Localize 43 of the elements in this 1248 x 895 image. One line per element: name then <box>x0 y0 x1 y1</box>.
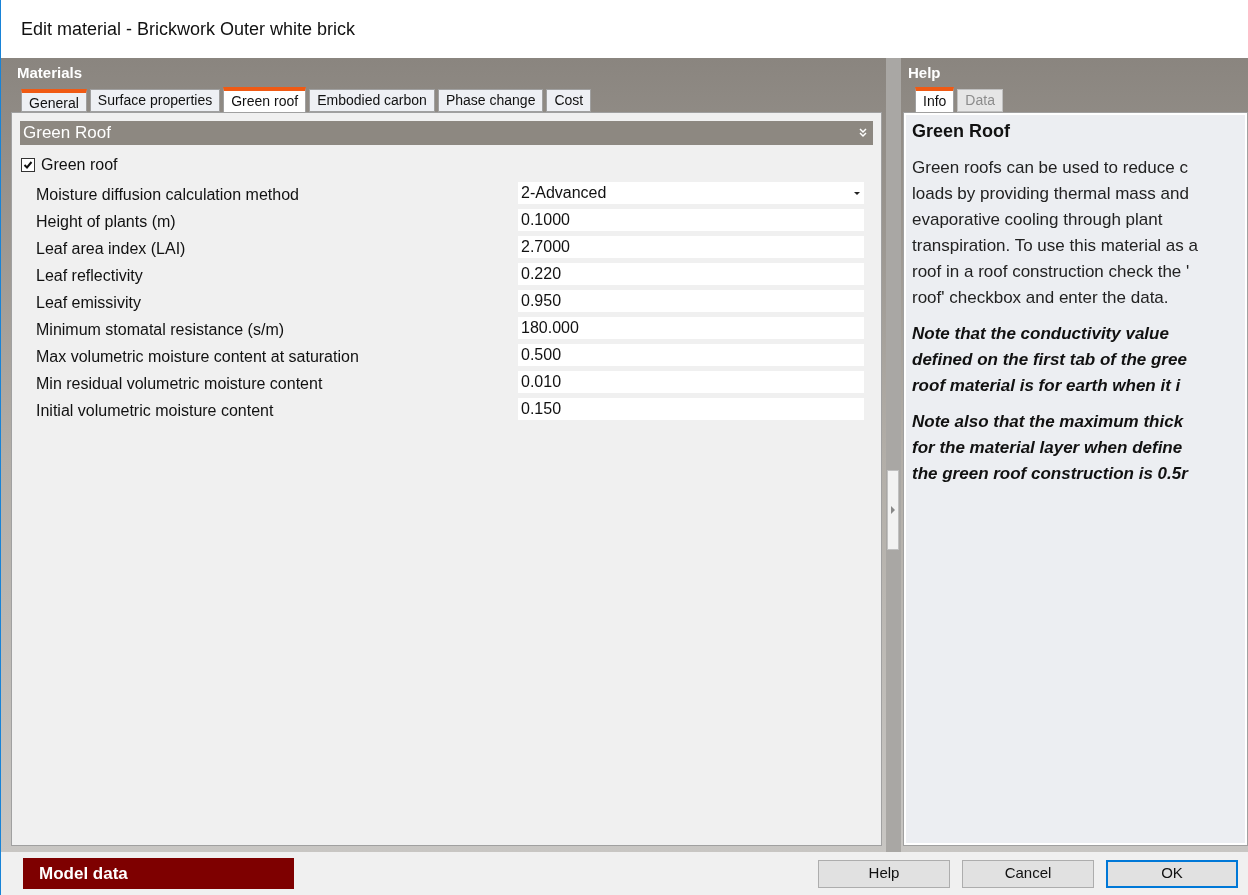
window-title: Edit material - Brickwork Outer white brick <box>21 17 356 41</box>
help-note: Note that the conductivity value defined on the first tab of the gree roof material is for earth when it i <box>912 323 1188 397</box>
field-label: Moisture diffusion calculation method <box>36 185 300 205</box>
tab[interactable]: Embodied carbon <box>309 89 435 112</box>
panel-heading: Help <box>907 63 942 83</box>
field-label: Initial volumetric moisture content <box>36 401 275 421</box>
field-label: Minimum stomatal resistance (s/m) <box>36 320 286 340</box>
dialog-button[interactable]: Help <box>818 859 950 888</box>
panel-heading: Materials <box>16 63 84 83</box>
checkbox-label: Green roof <box>41 155 118 175</box>
tab[interactable]: General <box>21 89 87 112</box>
section-title: Green Roof <box>23 122 111 145</box>
field-label: Leaf area index (LAI) <box>36 239 187 259</box>
input-field[interactable]: 0.950 <box>518 290 864 312</box>
input-field[interactable]: 0.010 <box>518 371 864 393</box>
ok-button[interactable]: OK <box>1106 859 1238 888</box>
input-field[interactable]: 0.500 <box>518 344 864 366</box>
tab[interactable]: Phase change <box>437 89 544 112</box>
dropdown-arrow-icon <box>853 190 861 196</box>
field-label: Leaf emissivity <box>36 293 142 313</box>
help-note: Note also that the maximum thick for the material layer when define the green roof construction is 0.5r <box>912 411 1190 485</box>
help-title: Green Roof <box>912 120 1011 143</box>
dialog-button[interactable]: Cancel <box>962 859 1094 888</box>
tab[interactable]: Green roof <box>223 87 307 112</box>
checkbox[interactable] <box>21 158 35 172</box>
field-label: Min residual volumetric moisture content <box>36 374 324 394</box>
tab[interactable]: Info <box>915 87 955 112</box>
field-label: Max volumetric moisture content at saturation <box>36 347 360 367</box>
model-data-label: Model data <box>23 858 294 889</box>
dropdown[interactable]: 2-Advanced <box>518 182 864 204</box>
input-field[interactable]: 2.7000 <box>518 236 864 258</box>
field-label: Leaf reflectivity <box>36 266 144 286</box>
chevron-icon[interactable] <box>856 126 870 140</box>
tab[interactable]: Cost <box>546 89 592 112</box>
field-label: Height of plants (m) <box>36 212 177 232</box>
input-field[interactable]: 180.000 <box>518 317 864 339</box>
help-paragraph: Green roofs can be used to reduce c loads by providing thermal mass and evaporative cooling through plant transpiration. To use this material as a roof in a roof construction check the ' roof' checkbox and enter the data. <box>912 157 1199 309</box>
tab[interactable]: Surface properties <box>89 89 221 112</box>
splitter-handle[interactable] <box>887 470 899 550</box>
input-field[interactable]: 0.1000 <box>518 209 864 231</box>
input-field[interactable]: 0.150 <box>518 398 864 420</box>
collapse-arrow-icon <box>890 505 896 515</box>
input-field[interactable]: 0.220 <box>518 263 864 285</box>
